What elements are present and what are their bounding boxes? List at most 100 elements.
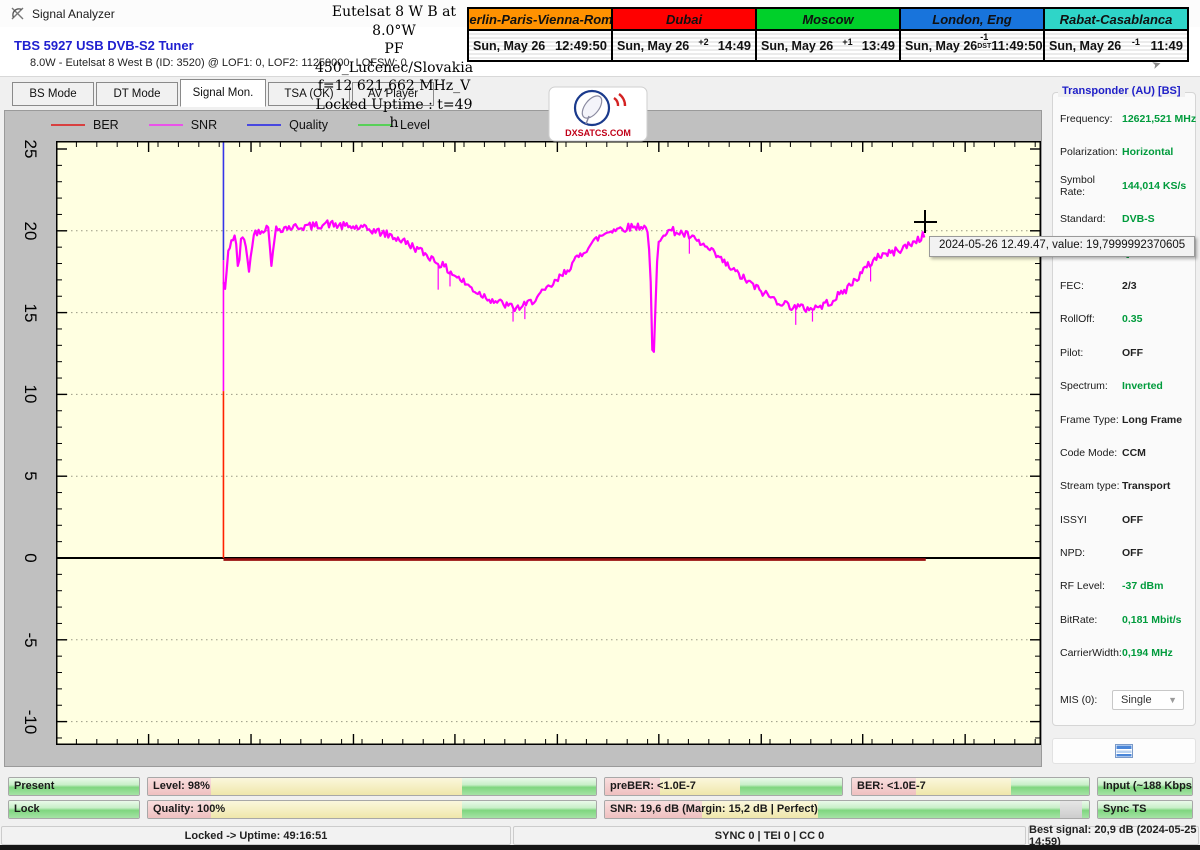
legend-snr-line (148, 124, 183, 126)
y-tick-label: -5 (21, 632, 40, 648)
present-bar: Present (8, 777, 140, 796)
table-row: FEC: 2/3 (1060, 279, 1190, 293)
table-row: NPD: OFF (1060, 546, 1190, 560)
level-bar: Level: 98% (147, 777, 597, 796)
table-row: Symbol Rate: 144,014 KS/s (1060, 174, 1190, 198)
mis-label: MIS (0): (1060, 694, 1098, 706)
table-row: RollOff: 0.35 (1060, 312, 1190, 326)
open-transponder-list-button[interactable] (1052, 738, 1196, 764)
list-icon (1115, 744, 1133, 758)
signal-chart-panel: BER SNR Quality Level 25 20 15 10 5 0 -5 -10 (4, 110, 1042, 767)
preber-label: preBER: <1.0E-7 (610, 780, 696, 792)
ber-bar: BER: <1.0E-7 (851, 777, 1090, 796)
feed-info-line2: PF 450_Lučenec/Slovakia (315, 41, 474, 76)
field-label: RollOff: (1060, 313, 1095, 326)
field-label: Stream type: (1060, 480, 1120, 493)
clock-berlin: Berlin-Paris-Vienna-Roma Sun, May 26 12:… (469, 9, 613, 60)
feed-info-line1: Eutelsat 8 W B at 8.0°W (331, 4, 457, 39)
table-row: Code Mode: CCM (1060, 446, 1190, 460)
clock-city: Dubai (613, 9, 755, 31)
feed-info: Eutelsat 8 W B at 8.0°W PF 450_Lučenec/S… (315, 3, 473, 133)
field-label: Code Mode: (1060, 446, 1118, 459)
dxsatcs-logo: DXSATCS.COM (548, 86, 648, 147)
world-clocks: Berlin-Paris-Vienna-Roma Sun, May 26 12:… (467, 7, 1189, 62)
legend-quality-line (247, 124, 282, 126)
y-tick-label: 5 (21, 471, 40, 481)
logo-text: DXSATCS.COM (565, 128, 631, 138)
table-row: ISSYI OFF (1060, 513, 1190, 527)
field-value: CCM (1122, 446, 1146, 459)
field-label: CarrierWidth: (1060, 647, 1122, 660)
y-tick-label: 0 (21, 553, 40, 563)
chevron-down-icon: ▼ (1168, 695, 1177, 705)
field-value: -37 dBm (1122, 580, 1164, 593)
table-row: Pilot: OFF (1060, 346, 1190, 360)
tab-signal-mon[interactable]: Signal Mon. (180, 79, 266, 107)
field-label: Pilot: (1060, 346, 1084, 359)
lock-label: Lock (14, 803, 40, 815)
field-label: Frame Type: (1060, 413, 1119, 426)
field-value: OFF (1122, 513, 1143, 526)
value-tooltip: 2024-05-26 12.49.47, value: 19,799999237… (929, 236, 1196, 257)
feed-info-line4: Locked Uptime : t=49 h (315, 96, 473, 132)
tab-dt-mode[interactable]: DT Mode (96, 82, 178, 106)
clock-date: Sun, May 26 (905, 38, 978, 53)
app-icon (10, 6, 25, 26)
tab-bs-mode[interactable]: BS Mode (12, 82, 94, 106)
field-label: ISSYI (1060, 513, 1087, 526)
preber-bar: preBER: <1.0E-7 (604, 777, 843, 796)
clock-date: Sun, May 26 (1049, 38, 1122, 53)
window-title: Signal Analyzer (32, 7, 115, 21)
clock-city: London, Eng (901, 9, 1043, 31)
y-tick-label: -10 (21, 709, 40, 734)
field-value: Horizontal (1122, 146, 1174, 159)
transponder-rows: Frequency: 12621,521 MHz Polarization: Hor… (1060, 112, 1196, 680)
clock-date: Sun, May 26 (473, 38, 546, 53)
snr-bar: SNR: 19,6 dB (Margin: 15,2 dB | Perfect) (604, 800, 1090, 819)
field-label: RF Level: (1060, 580, 1105, 593)
field-value: 12621,521 MHz (1122, 113, 1197, 125)
clock-rabat: Rabat-Casablanca Sun, May 26 -1 11:49 (1045, 9, 1187, 60)
legend-ber-line (51, 124, 85, 126)
field-label: Standard: (1060, 213, 1106, 226)
status-best-signal: Best signal: 20,9 dB (2024-05-25 14:59) (1028, 824, 1199, 848)
table-row: CarrierWidth: 0,194 MHz (1060, 646, 1190, 660)
clock-city: Berlin-Paris-Vienna-Roma (469, 9, 611, 31)
window-bottom-edge (0, 845, 1200, 850)
sync-ts-label: Sync TS (1103, 803, 1147, 815)
y-tick-label: 25 (21, 139, 40, 159)
field-label: Symbol Rate: (1060, 173, 1096, 198)
field-value: 0,181 Mbit/s (1122, 613, 1182, 626)
field-label: NPD: (1060, 547, 1086, 560)
field-value: Long Frame (1122, 413, 1183, 426)
clock-time: 11:49:50 (991, 38, 1043, 53)
table-row: RF Level: -37 dBm (1060, 579, 1190, 593)
feed-info-line3: f=12 621,662 MHz_V (317, 78, 471, 94)
field-value: Inverted (1122, 380, 1163, 393)
field-value: OFF (1122, 547, 1143, 560)
clock-date: Sun, May 26 (617, 38, 690, 53)
clock-time: 12:49:50 (554, 38, 607, 53)
sync-ts-bar: Sync TS (1097, 800, 1193, 819)
table-row: Frame Type: Long Frame (1060, 413, 1190, 427)
field-value: 2/3 (1122, 279, 1137, 292)
field-value: 144,014 KS/s (1122, 179, 1187, 192)
table-row: Standard: DVB-S (1060, 212, 1190, 226)
clock-date: Sun, May 26 (761, 38, 834, 53)
mis-row: MIS (0): Single ▼ (1060, 690, 1190, 710)
snr-label: SNR: 19,6 dB (Margin: 15,2 dB | Perfect) (610, 803, 818, 815)
ber-label: BER: <1.0E-7 (857, 780, 926, 792)
table-row: Polarization: Horizontal (1060, 145, 1190, 159)
field-label: FEC: (1060, 279, 1084, 292)
clock-time: 11:49 (1150, 38, 1183, 53)
status-sync-counters: SYNC 0 | TEI 0 | CC 0 (513, 826, 1026, 845)
table-row: Frequency: 12621,521 MHz (1060, 112, 1196, 126)
clock-dubai: Dubai Sun, May 26 +2 14:49 (613, 9, 757, 60)
snr-plot[interactable] (56, 141, 1041, 745)
field-value: Transport (1122, 480, 1171, 493)
field-label: Spectrum: (1060, 380, 1108, 393)
clock-city: Moscow (757, 9, 899, 31)
tuner-name: TBS 5927 USB DVB-S2 Tuner (14, 38, 194, 53)
mis-select[interactable]: Single ▼ (1112, 690, 1184, 710)
field-value: 0.35 (1122, 313, 1143, 326)
